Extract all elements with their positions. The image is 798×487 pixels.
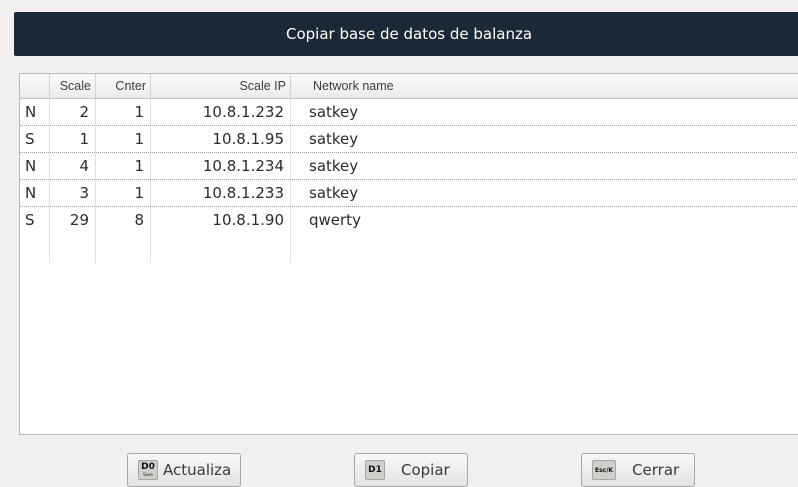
column-header-scale-ip[interactable]: Scale IP (151, 74, 291, 98)
table-empty-area (20, 233, 798, 434)
shortcut-key-label: Esc/K (595, 466, 614, 474)
cell-network-name: satkey (291, 180, 798, 206)
column-divider (50, 233, 96, 263)
shortcut-key-d0-icon: D0 Save (138, 460, 158, 480)
cell-status: S (20, 207, 50, 233)
cell-network-name: satkey (291, 126, 798, 152)
column-divider (20, 233, 50, 263)
column-divider (151, 233, 291, 263)
shortcut-key-esc-icon: Esc/K (592, 460, 617, 480)
shortcut-key-d1-icon: D1 (365, 460, 385, 480)
cell-scale-ip: 10.8.1.232 (151, 99, 291, 125)
cell-scale-ip: 10.8.1.90 (151, 207, 291, 233)
table-row[interactable]: N 2 1 10.8.1.232 satkey (20, 99, 798, 126)
table-row[interactable]: N 3 1 10.8.1.233 satkey (20, 180, 798, 207)
cell-status: N (20, 153, 50, 179)
column-header-network-name[interactable]: Network name (291, 74, 798, 98)
cell-scale: 1 (50, 126, 96, 152)
cell-counter: 1 (96, 153, 151, 179)
cell-scale: 2 (50, 99, 96, 125)
cell-network-name: satkey (291, 153, 798, 179)
cell-counter: 8 (96, 207, 151, 233)
cell-scale: 29 (50, 207, 96, 233)
scale-database-table[interactable]: Scale Cnter Scale IP Network name N 2 1 … (19, 73, 798, 435)
cell-scale-ip: 10.8.1.234 (151, 153, 291, 179)
cell-network-name: qwerty (291, 207, 798, 233)
cell-scale: 3 (50, 180, 96, 206)
cell-status: N (20, 99, 50, 125)
cell-counter: 1 (96, 99, 151, 125)
dialog-title-bar: Copiar base de datos de balanza (14, 12, 798, 56)
cell-network-name: satkey (291, 99, 798, 125)
shortcut-key-label: D0 (141, 462, 155, 472)
dialog-title: Copiar base de datos de balanza (285, 25, 533, 43)
cell-counter: 1 (96, 126, 151, 152)
table-row[interactable]: S 1 1 10.8.1.95 satkey (20, 126, 798, 153)
column-header-counter[interactable]: Cnter (96, 74, 151, 98)
shortcut-key-sublabel: Save (143, 472, 153, 477)
cell-scale-ip: 10.8.1.233 (151, 180, 291, 206)
cell-status: N (20, 180, 50, 206)
refresh-button-label: Actualiza (163, 461, 232, 479)
cell-counter: 1 (96, 180, 151, 206)
column-divider (96, 233, 151, 263)
copy-button-label: Copiar (401, 461, 450, 479)
column-header-scale[interactable]: Scale (50, 74, 96, 98)
column-header-status[interactable] (20, 74, 50, 98)
table-row[interactable]: N 4 1 10.8.1.234 satkey (20, 153, 798, 180)
table-header: Scale Cnter Scale IP Network name (20, 74, 798, 99)
close-button-label: Cerrar (632, 461, 680, 479)
cell-scale-ip: 10.8.1.95 (151, 126, 291, 152)
table-row[interactable]: S 29 8 10.8.1.90 qwerty (20, 207, 798, 233)
cell-scale: 4 (50, 153, 96, 179)
shortcut-key-label: D1 (368, 464, 382, 475)
cell-status: S (20, 126, 50, 152)
